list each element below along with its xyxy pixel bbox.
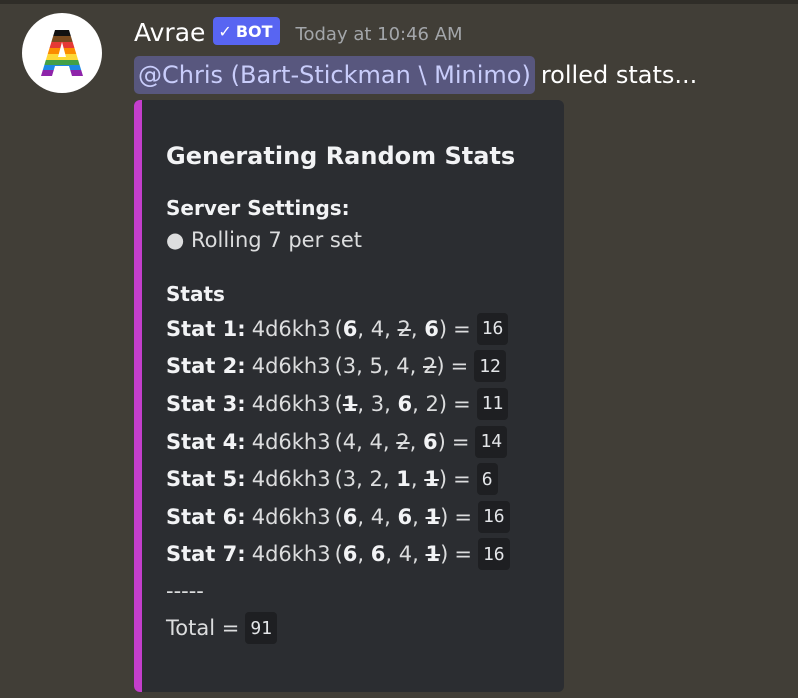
avatar[interactable]: [22, 13, 102, 93]
stat-label: Stat 3:: [166, 391, 246, 416]
message-timestamp[interactable]: Today at 10:46 AM: [296, 24, 463, 45]
stat-label: Stat 2:: [166, 354, 246, 379]
stat-row: Stat 6: 4d6kh3 (6, 4, 6, 1) = 16: [166, 498, 554, 536]
embed-accent-bar: [134, 100, 142, 692]
stat-label: Stat 1:: [166, 316, 246, 341]
die-roll: 3: [370, 391, 385, 416]
user-mention[interactable]: @Chris (Bart-Stickman \ Minimo): [134, 56, 535, 94]
stat-total: 14: [475, 425, 508, 458]
message-content: @Chris (Bart-Stickman \ Minimo) rolled s…: [134, 56, 697, 94]
equals-sign: =: [451, 429, 470, 454]
die-roll: 6: [342, 542, 358, 567]
equals-sign: =: [454, 542, 472, 567]
dice-expression: 4d6kh3: [251, 429, 331, 454]
divider: [0, 0, 798, 4]
die-roll: 4: [369, 429, 383, 454]
settings-field-name: Server Settings:: [166, 196, 350, 220]
die-roll: 3: [342, 354, 357, 379]
stats-field-name: Stats: [166, 282, 225, 306]
stat-total: 11: [476, 387, 509, 420]
dice-rolls: (6, 6, 4, 1): [334, 542, 449, 567]
separator-dashes: -----: [166, 579, 204, 604]
dice-expression: 4d6kh3: [251, 467, 331, 492]
die-roll: 1: [396, 467, 411, 492]
total-row: Total = 91: [166, 609, 554, 647]
dice-rolls: (6, 4, 2, 6): [334, 316, 448, 341]
dice-rolls: (3, 5, 4, 2): [334, 354, 445, 379]
die-roll: 4: [342, 429, 357, 454]
dice-rolls: (4, 4, 2, 6): [334, 429, 446, 454]
stat-row: Stat 5: 4d6kh3 (3, 2, 1, 1) = 6: [166, 460, 554, 498]
die-roll: 1: [425, 542, 441, 567]
bot-badge: ✓ BOT: [213, 17, 280, 45]
stat-row: Stat 7: 4d6kh3 (6, 6, 4, 1) = 16: [166, 536, 554, 574]
total-label: Total =: [166, 616, 240, 641]
dice-expression: 4d6kh3: [251, 542, 331, 567]
dice-rolls: (3, 2, 1, 1): [334, 467, 448, 492]
bot-badge-label: BOT: [235, 21, 273, 41]
equals-sign: =: [454, 504, 472, 529]
die-roll: 4: [370, 504, 385, 529]
stat-label: Stat 5:: [166, 467, 246, 492]
die-roll: 6: [370, 542, 386, 567]
username[interactable]: Avrae: [134, 18, 205, 47]
die-roll: 2: [396, 429, 410, 454]
stat-total: 16: [476, 312, 509, 345]
dice-expression: 4d6kh3: [251, 504, 331, 529]
message-text: rolled stats...: [540, 61, 698, 89]
die-roll: 6: [424, 316, 439, 341]
die-roll: 6: [397, 391, 413, 416]
total-value: 91: [245, 612, 278, 645]
stat-total: 16: [477, 500, 510, 533]
stat-total: 16: [477, 538, 510, 571]
die-roll: 4: [398, 542, 413, 567]
die-roll: 4: [370, 316, 385, 341]
avrae-logo-icon: [41, 30, 83, 76]
stat-row: Stat 3: 4d6kh3 (1, 3, 6, 2) = 11: [166, 385, 554, 423]
stat-label: Stat 6:: [166, 504, 246, 529]
stat-row: Stat 1: 4d6kh3 (6, 4, 2, 6) = 16: [166, 310, 554, 348]
die-roll: 6: [342, 504, 358, 529]
die-roll: 6: [423, 429, 438, 454]
die-roll: 2: [369, 467, 383, 492]
settings-field-value: ● Rolling 7 per set: [166, 228, 363, 252]
dice-expression: 4d6kh3: [251, 391, 331, 416]
die-roll: 2: [397, 316, 411, 341]
equals-sign: =: [450, 354, 469, 379]
die-roll: 6: [342, 316, 358, 341]
embed-title: Generating Random Stats: [166, 142, 516, 170]
equals-sign: =: [453, 467, 471, 492]
dice-expression: 4d6kh3: [251, 316, 331, 341]
dice-rolls: (6, 4, 6, 1): [334, 504, 449, 529]
die-roll: 3: [342, 467, 357, 492]
die-roll: 2: [425, 391, 439, 416]
verified-check-icon: ✓: [218, 21, 232, 41]
stat-label: Stat 7:: [166, 542, 246, 567]
embed: Generating Random Stats Server Settings:…: [134, 100, 564, 692]
stat-total: 6: [476, 463, 498, 496]
dice-expression: 4d6kh3: [251, 354, 331, 379]
die-roll: 1: [342, 391, 358, 416]
stat-row: Stat 4: 4d6kh3 (4, 4, 2, 6) = 14: [166, 423, 554, 461]
equals-sign: =: [453, 391, 471, 416]
stat-row: Stat 2: 4d6kh3 (3, 5, 4, 2) = 12: [166, 348, 554, 386]
die-roll: 1: [424, 467, 439, 492]
stats-list: Stat 1: 4d6kh3 (6, 4, 2, 6) = 16 Stat 2: 4d6kh…: [166, 310, 554, 573]
stat-label: Stat 4:: [166, 429, 246, 454]
message-header: Avrae ✓ BOT Today at 10:46 AM: [134, 14, 463, 50]
dice-rolls: (1, 3, 6, 2): [334, 391, 448, 416]
stat-total: 12: [474, 350, 506, 383]
die-roll: 4: [396, 354, 410, 379]
die-roll: 2: [423, 354, 437, 379]
die-roll: 5: [369, 354, 383, 379]
equals-sign: =: [453, 316, 471, 341]
die-roll: 6: [397, 504, 413, 529]
die-roll: 1: [425, 504, 441, 529]
